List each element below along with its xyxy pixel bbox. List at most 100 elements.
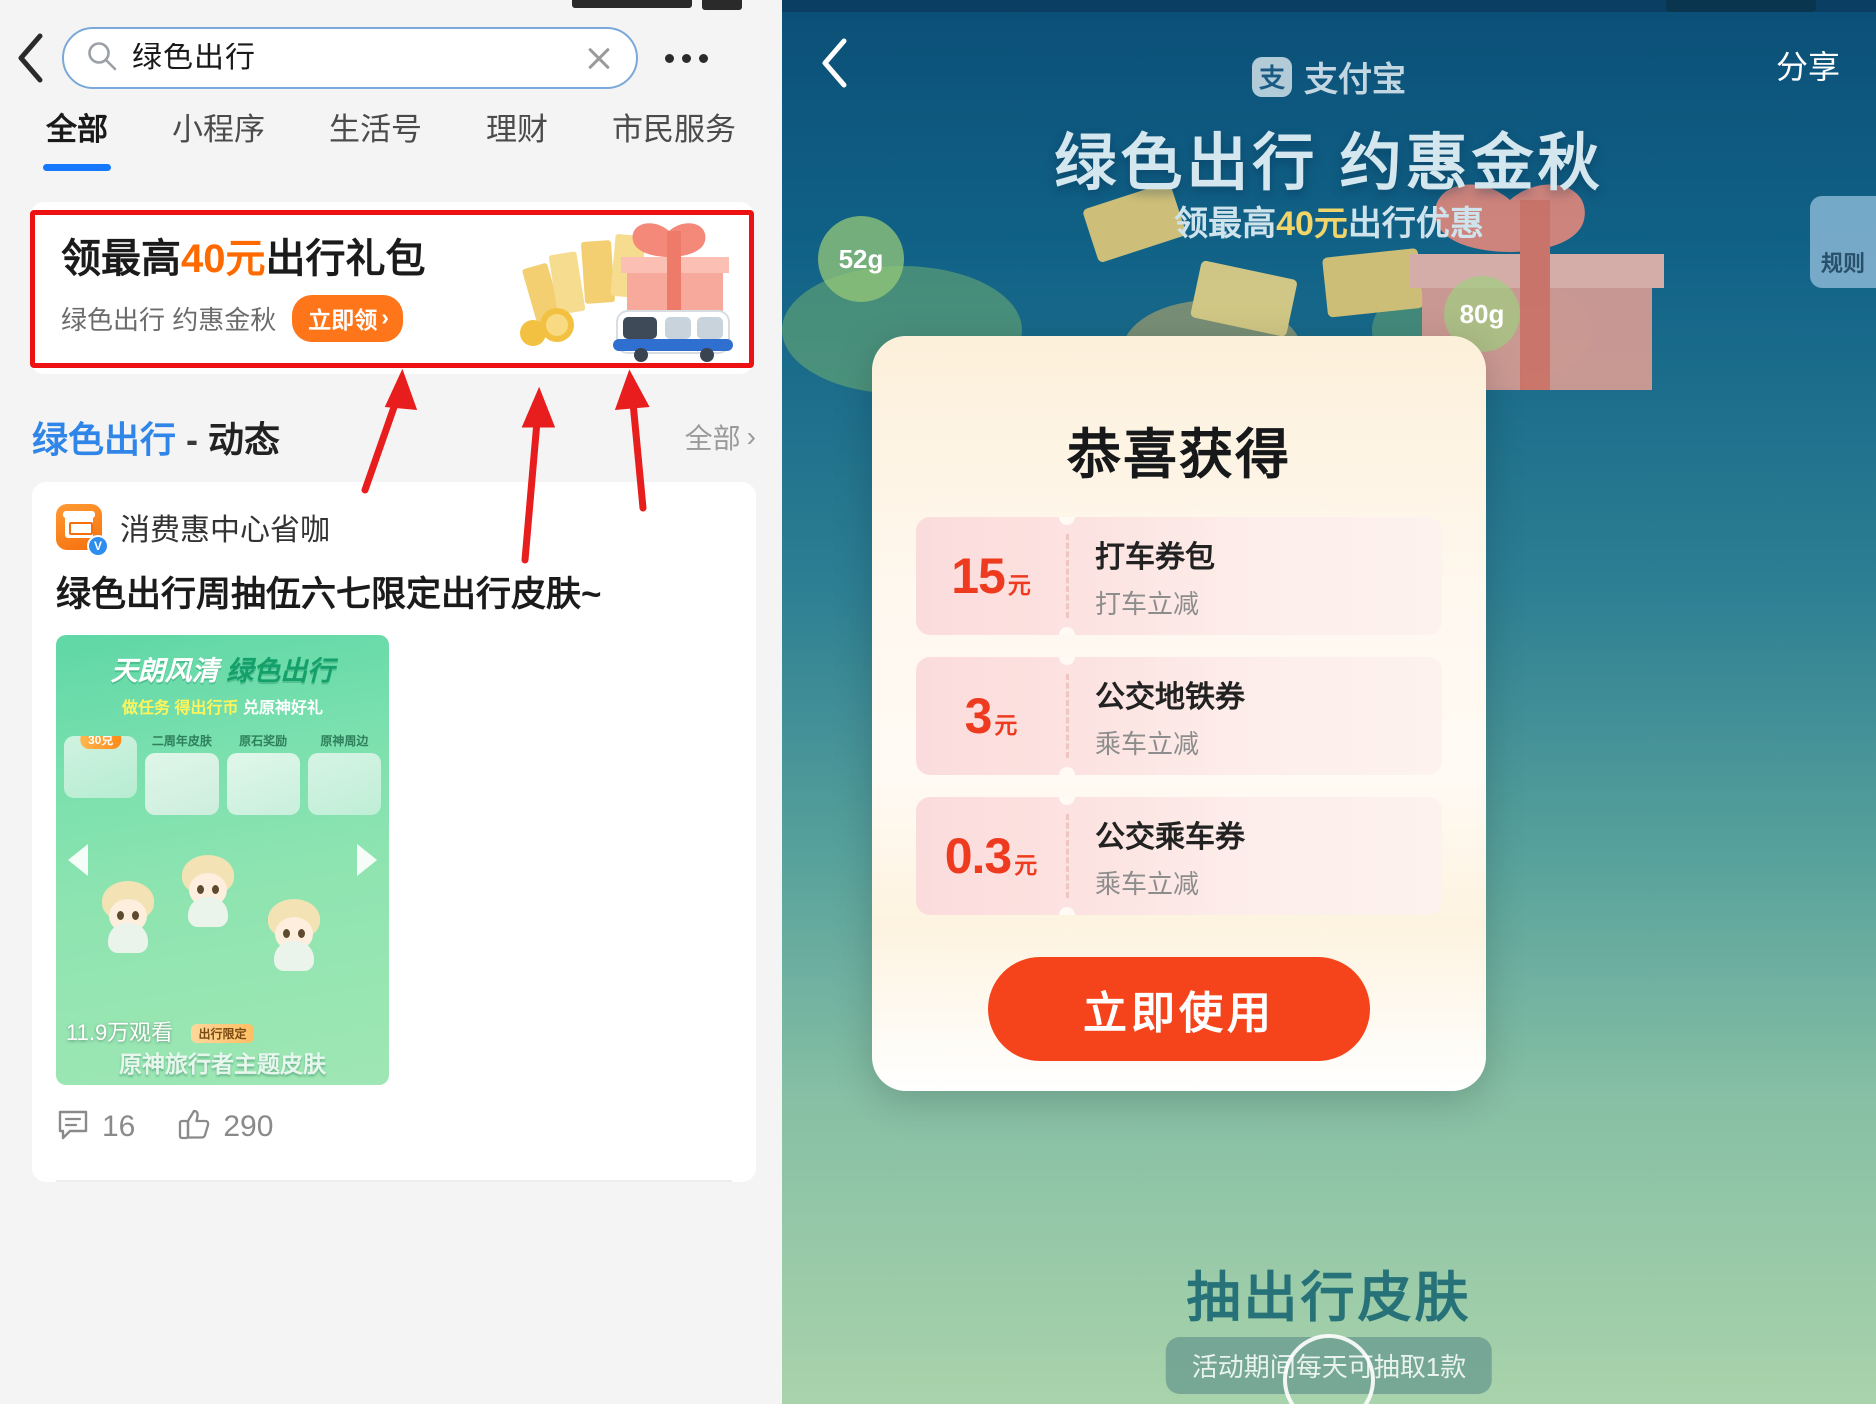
promo-banner-text: 领最高40元出行礼包 绿色出行 约惠金秋 立即领 › [35,237,426,342]
coupon-description: 乘车立减 [1095,728,1200,759]
search-input[interactable]: 绿色出行 [62,27,638,89]
section-title-suffix: 动态 [208,419,281,460]
campaign-bottom-title: 抽出行皮肤 [1186,1268,1472,1328]
thumbs-up-icon [177,1107,211,1146]
rules-button[interactable]: 规则 [1810,196,1876,288]
search-bar: 绿色出行 [0,22,782,94]
section-title-keyword: 绿色出行 [32,419,177,460]
coupon-amount: 0.3 元 [916,827,1066,885]
close-icon[interactable] [582,41,616,75]
like-stat[interactable]: 290 [177,1107,273,1146]
reward-card: 二周年皮肤 [145,732,219,815]
feed-author-row[interactable]: V 消费惠中心省咖 [56,504,732,557]
carbon-bubble-label: 80g [1459,298,1505,329]
character-figure [176,849,240,927]
verified-badge-icon: V [87,535,109,557]
media-subline-b: 得出行币 [174,700,239,717]
coupon-info: 公交乘车券 乘车立减 [1069,812,1245,901]
media-headline-part-a: 天朗风清 [110,656,219,686]
back-button[interactable] [0,22,62,94]
feed-card[interactable]: V 消费惠中心省咖 绿色出行周抽伍六七限定出行皮肤~ 天朗风清 绿色出行 做任务… [32,482,756,1182]
reward-label: 二周年皮肤 [151,734,212,748]
tab-finance[interactable]: 理财 [486,104,548,149]
campaign-hero-subtitle: 领最高40元出行优惠 [782,196,1876,245]
campaign-hero-title: 绿色出行 约惠金秋 [1054,129,1604,198]
feed-divider [56,1180,732,1182]
reward-label: 原神周边 [320,734,369,748]
media-headline-block: 天朗风清 绿色出行 做任务 得出行币 兑原神好礼 [56,635,389,718]
reward-thumb [226,753,300,815]
promo-banner[interactable]: 领最高40元出行礼包 绿色出行 约惠金秋 立即领 › [30,210,754,368]
claim-now-label: 立即领 [308,306,378,333]
media-subline-a: 做任务 [122,700,171,717]
coupon-name: 公交乘车券 [1095,820,1245,854]
reward-modal-title: 恭喜获得 [1067,425,1291,485]
media-reward-cards: 30兑 二周年皮肤 原石奖励 原神周边 [56,732,389,815]
hero-sub-amount: 40元 [1276,205,1348,243]
feed-post-title: 绿色出行周抽伍六七限定出行皮肤~ [56,575,602,614]
coupon-name: 公交地铁券 [1095,680,1245,714]
tab-all[interactable]: 全部 [46,104,108,149]
promo-banner-wrapper: 领最高40元出行礼包 绿色出行 约惠金秋 立即领 › [30,202,754,374]
dynamics-section-header: 绿色出行 - 动态 全部 › [32,404,756,470]
search-results-panel: 绿色出行 全部 小程序 生活号 理财 市民服务 领最高40元出行礼包 绿色出行 … [0,0,782,1404]
coupon-amount: 3 元 [916,687,1066,745]
character-figure [96,875,160,953]
coupon-amount-unit: 元 [1007,572,1031,598]
tab-citizen-services[interactable]: 市民服务 [612,104,736,149]
coupon-amount-unit: 元 [994,712,1018,738]
media-footer-title: 原神旅行者主题皮肤 [119,1051,326,1077]
media-characters [56,835,389,1041]
result-tabs: 全部 小程序 生活号 理财 市民服务 [0,104,782,182]
media-subline-c: 兑原神好礼 [242,700,323,717]
coupon-row[interactable]: 15 元 打车券包 打车立减 [916,517,1442,635]
promo-banner-subtitle: 绿色出行 约惠金秋 [61,304,277,335]
coupon-description: 打车立减 [1095,588,1200,619]
alipay-mark-icon: 支 [1252,56,1292,97]
media-subline: 做任务 得出行币 兑原神好礼 [66,694,379,718]
status-bar-battery [702,0,742,10]
status-bar [0,0,782,10]
go-to-card-package-link[interactable]: 去 [支付宝-卡包] 查看 [872,1087,1486,1091]
section-title: 绿色出行 - 动态 [32,411,280,463]
more-dots-icon[interactable] [638,22,734,94]
reward-card: 原神周边 [307,732,381,815]
character-figure [262,893,326,971]
chevron-right-icon: › [746,421,756,452]
claim-now-button[interactable]: 立即领 › [292,294,403,342]
coupon-amount: 15 元 [916,547,1066,605]
comment-icon [56,1107,90,1146]
avatar: V [56,504,109,557]
media-headline-part-b: 绿色出行 [226,656,335,686]
feed-author-name: 消费惠中心省咖 [120,514,330,547]
comment-count: 16 [102,1109,136,1143]
media-view-count: 11.9万观看 [66,1020,174,1045]
status-bar-notch [572,0,692,8]
chevron-right-icon: › [381,304,389,330]
reward-modal: 恭喜获得 15 元 打车券包 打车立减 3 元 公交地铁券 乘车立减 0.3 元… [872,336,1486,1091]
alipay-campaign-panel: 分享 支 支付宝 绿色出行 约惠金秋 领最高40元出行优惠 52g 80g 规则… [782,0,1876,1404]
arrow-left-icon[interactable] [68,844,88,876]
section-view-all-link[interactable]: 全部 › [685,417,756,457]
reward-badge: 30兑 [79,736,122,749]
hero-sub-prefix: 领最高 [1174,205,1277,243]
feed-media-image[interactable]: 天朗风清 绿色出行 做任务 得出行币 兑原神好礼 30兑 二周年皮肤 原石奖励 … [56,635,389,1085]
coupon-amount-value: 0.3 [944,828,1013,884]
coupon-name: 打车券包 [1095,540,1215,574]
use-now-button[interactable]: 立即使用 [988,957,1370,1061]
tab-life-accounts[interactable]: 生活号 [329,104,422,149]
media-footer-tag: 出行限定 [191,1024,254,1043]
screenshot-root: 绿色出行 全部 小程序 生活号 理财 市民服务 领最高40元出行礼包 绿色出行 … [0,0,1876,1404]
like-count: 290 [223,1109,274,1143]
search-icon [86,40,118,77]
reward-label: 原石奖励 [239,734,288,748]
coupon-description: 乘车立减 [1095,868,1200,899]
coupon-row[interactable]: 0.3 元 公交乘车券 乘车立减 [916,797,1442,915]
comment-stat[interactable]: 16 [56,1107,135,1146]
carbon-bubble-label: 52g [838,243,884,274]
tab-mini-programs[interactable]: 小程序 [172,104,265,149]
reward-thumb [145,753,219,815]
carbon-bubble[interactable]: 52g [818,216,904,302]
coupon-row[interactable]: 3 元 公交地铁券 乘车立减 [916,657,1442,775]
arrow-right-icon[interactable] [357,844,377,876]
